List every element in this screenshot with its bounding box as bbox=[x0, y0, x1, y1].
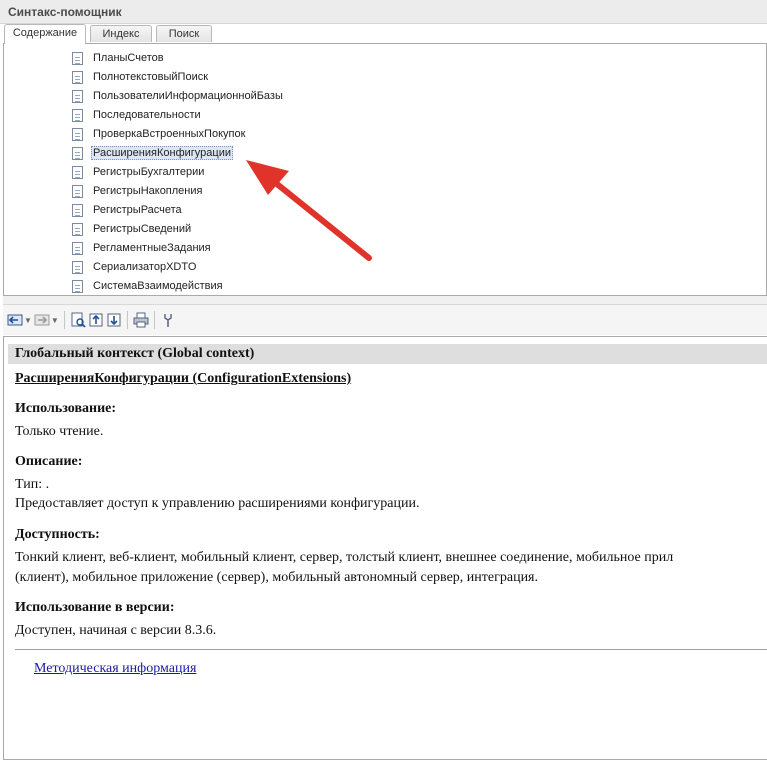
window-titlebar: Синтакс-помощник bbox=[0, 0, 767, 24]
tree-item-plany-schetov[interactable]: ПланыСчетов bbox=[72, 49, 166, 67]
usage-text: Только чтение. bbox=[15, 424, 104, 439]
print-icon bbox=[133, 312, 149, 328]
tree-item-label: ПроверкаВстроенныхПокупок bbox=[93, 128, 246, 140]
document-icon bbox=[72, 222, 83, 236]
document-icon bbox=[72, 70, 83, 84]
tree-item-registry-nakopleniya[interactable]: РегистрыНакопления bbox=[72, 182, 204, 200]
tree-item-proverka-pokupok[interactable]: ПроверкаВстроенныхПокупок bbox=[72, 125, 247, 143]
forward-icon bbox=[34, 314, 50, 326]
document-icon bbox=[72, 146, 83, 160]
document-icon bbox=[72, 184, 83, 198]
toolbar-separator bbox=[63, 311, 65, 329]
tree-item-label: РегламентныеЗадания bbox=[93, 242, 211, 254]
up-level-button[interactable] bbox=[88, 309, 104, 331]
tree-item-label: ПолнотекстовыйПоиск bbox=[93, 71, 209, 83]
tree-item-label: РегистрыНакопления bbox=[93, 185, 203, 197]
document-icon bbox=[72, 108, 83, 122]
sync-contents-button[interactable] bbox=[106, 309, 122, 331]
window-title: Синтакс-помощник bbox=[8, 5, 122, 19]
description-heading: Описание: bbox=[15, 454, 83, 469]
toolbar-separator bbox=[126, 311, 128, 329]
tree-item-posledovatelnosti[interactable]: Последовательности bbox=[72, 106, 203, 124]
document-icon bbox=[72, 51, 83, 65]
document-icon bbox=[72, 260, 83, 274]
tree-item-label: ПланыСчетов bbox=[93, 52, 164, 64]
help-toolbar: ▼ ▼ bbox=[3, 305, 767, 335]
tree-item-registry-rascheta[interactable]: РегистрыРасчета bbox=[72, 201, 184, 219]
tab-search[interactable]: Поиск bbox=[156, 25, 212, 42]
divider bbox=[15, 649, 767, 650]
find-in-tree-icon bbox=[71, 312, 86, 328]
tree-item-label: СистемаВзаимодействия bbox=[93, 280, 223, 292]
availability-line-2: (клиент), мобильное приложение (сервер),… bbox=[15, 570, 538, 585]
methodological-info-link[interactable]: Методическая информация bbox=[34, 661, 196, 677]
version-text: Доступен, начиная с версии 8.3.6. bbox=[15, 623, 217, 638]
usage-heading: Использование: bbox=[15, 401, 117, 416]
tree-item-registry-svedeniy[interactable]: РегистрыСведений bbox=[72, 220, 193, 238]
find-in-tree-button[interactable] bbox=[70, 309, 86, 331]
document-icon bbox=[72, 165, 83, 179]
tree-item-polzovateli[interactable]: ПользователиИнформационнойБазы bbox=[72, 87, 285, 105]
up-level-icon bbox=[89, 313, 103, 327]
forward-button[interactable]: ▼ bbox=[34, 309, 59, 331]
tree-item-label: Последовательности bbox=[93, 109, 201, 121]
topic-title: РасширенияКонфигурации (ConfigurationExt… bbox=[15, 371, 352, 386]
document-icon bbox=[72, 241, 83, 255]
tab-index[interactable]: Индекс bbox=[90, 25, 152, 42]
availability-line-1: Тонкий клиент, веб-клиент, мобильный кли… bbox=[15, 550, 674, 565]
tree-item-label: РегистрыБухгалтерии bbox=[93, 166, 205, 178]
chevron-down-icon[interactable]: ▼ bbox=[51, 316, 59, 325]
chevron-down-icon[interactable]: ▼ bbox=[24, 316, 32, 325]
tree-item-label: ПользователиИнформационнойБазы bbox=[93, 90, 283, 102]
document-icon bbox=[72, 279, 83, 293]
description-text: Предоставляет доступ к управлению расшир… bbox=[15, 496, 420, 511]
settings-button[interactable] bbox=[160, 309, 176, 331]
tab-contents[interactable]: Содержание bbox=[4, 24, 86, 44]
tree-item-rasshireniya-konfiguratsii[interactable]: РасширенияКонфигурации bbox=[72, 144, 233, 162]
version-heading: Использование в версии: bbox=[15, 600, 175, 615]
toolbar-separator bbox=[153, 311, 155, 329]
contents-tree[interactable]: ПланыСчетов ПолнотекстовыйПоиск Пользова… bbox=[3, 43, 767, 296]
print-button[interactable] bbox=[133, 309, 149, 331]
type-text: Тип: . bbox=[15, 477, 50, 492]
tree-item-label: РасширенияКонфигурации bbox=[91, 146, 233, 160]
availability-heading: Доступность: bbox=[15, 527, 100, 542]
panel-splitter[interactable] bbox=[3, 296, 767, 305]
tree-item-polnotekstovyy-poisk[interactable]: ПолнотекстовыйПоиск bbox=[72, 68, 210, 86]
document-icon bbox=[72, 203, 83, 217]
sync-icon bbox=[107, 313, 121, 327]
tree-item-label: РегистрыСведений bbox=[93, 223, 192, 235]
tree-item-sistema-vzaimodeystviya[interactable]: СистемаВзаимодействия bbox=[72, 277, 225, 295]
back-button[interactable]: ▼ bbox=[7, 309, 32, 331]
tree-item-serializator-xdto[interactable]: СериализаторXDTO bbox=[72, 258, 198, 276]
context-header: Глобальный контекст (Global context) bbox=[8, 344, 767, 364]
document-icon bbox=[72, 127, 83, 141]
tree-item-label: РегистрыРасчета bbox=[93, 204, 182, 216]
tree-item-label: СериализаторXDTO bbox=[93, 261, 197, 273]
document-icon bbox=[72, 89, 83, 103]
settings-icon bbox=[164, 314, 172, 327]
topic-content: Глобальный контекст (Global context) Рас… bbox=[3, 336, 767, 760]
back-icon bbox=[7, 314, 23, 326]
tree-item-registry-buhgalterii[interactable]: РегистрыБухгалтерии bbox=[72, 163, 206, 181]
tree-item-reglamentnye-zadaniya[interactable]: РегламентныеЗадания bbox=[72, 239, 213, 257]
